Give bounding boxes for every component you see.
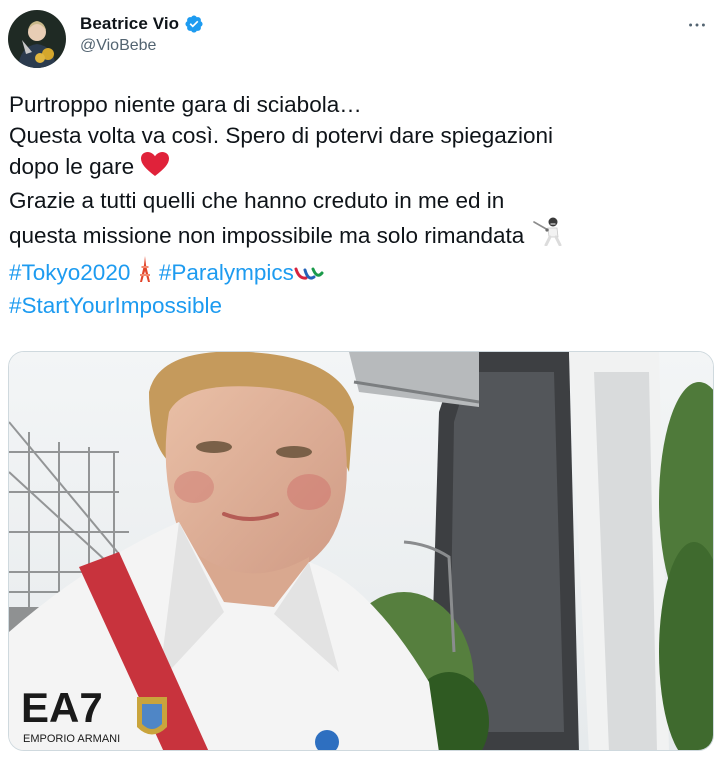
paralympics-emoji <box>294 261 324 292</box>
tweet-header: Beatrice Vio @VioBebe <box>0 0 720 80</box>
jacket-sublogo: EMPORIO ARMANI <box>23 733 120 745</box>
author-display-name[interactable]: Beatrice Vio <box>80 14 179 34</box>
tweet-line-text: dopo le gare <box>9 154 135 179</box>
tweet-line-with-emoji: questa missione non impossibile ma solo … <box>9 216 714 255</box>
author-avatar[interactable] <box>8 10 66 68</box>
author-handle[interactable]: @VioBebe <box>80 37 204 55</box>
tokyo-tower-emoji <box>137 255 153 292</box>
tweet-text: Purtroppo niente gara di sciabola… Quest… <box>9 90 714 322</box>
verified-badge-icon <box>184 14 204 34</box>
tweet-line: Questa volta va così. Spero di potervi d… <box>9 122 554 148</box>
tweet-line: Purtroppo niente gara di sciabola… <box>9 92 362 117</box>
hashtag-paralympics[interactable]: #Paralympics <box>159 260 294 285</box>
author-info: Beatrice Vio @VioBebe <box>80 14 204 55</box>
tweet-line-with-emoji: dopo le gare <box>9 151 714 186</box>
hashtag-line: #Tokyo2020 #Paralympics <box>9 255 714 292</box>
tweet-photo[interactable]: EA7 EMPORIO ARMANI <box>8 351 714 751</box>
fencer-emoji <box>531 216 565 255</box>
tweet-line: Grazie a tutti quelli che hanno creduto … <box>9 187 505 213</box>
more-horizontal-icon[interactable] <box>684 12 710 38</box>
hashtag-startyourimpossible[interactable]: #StartYourImpossible <box>9 291 714 322</box>
tweet-line-text: questa missione non impossibile ma solo … <box>9 223 525 248</box>
red-heart-emoji <box>140 151 170 186</box>
hashtag-tokyo2020[interactable]: #Tokyo2020 <box>9 260 130 285</box>
jacket-logo: EA7 <box>21 684 103 731</box>
